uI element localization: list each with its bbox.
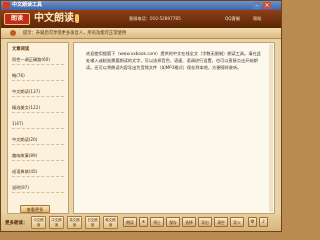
sidebar-item[interactable]: 成语典故(45) [12, 168, 64, 177]
read-button[interactable]: 朗读 [123, 217, 137, 227]
editor-content[interactable]: 欢迎使用搜狐下（www.xxbook.com）提供的中文在线全文（字数无限制）朗… [86, 50, 264, 71]
help-link[interactable]: 帮助 [253, 16, 261, 22]
sidebar-item[interactable]: 同性一调正确路(60) [12, 56, 64, 65]
contact-info: 客服电话：010-52897785 [129, 16, 181, 21]
sidebar-item[interactable]: 中文朗读(20) [12, 136, 64, 145]
article-sidebar: 文章阅读 同性一调正确路(60) 畅(76) 中文朗读(137) 精选美文(12… [7, 42, 69, 214]
microphone-icon [75, 14, 79, 23]
tip-text: 提示：升级后可享受更多发音人，所有功能可正常使用 [23, 31, 127, 36]
stop-button[interactable]: 停止 [150, 217, 164, 227]
app-header: 朗读 中文朗读 客服电话：010-52897785 QQ客服 帮助 [1, 10, 281, 28]
tip-bar: 提示：升级后可享受更多发音人，所有功能可正常使用 [1, 28, 281, 39]
sidebar-title: 文章阅读 [12, 47, 30, 52]
save-button[interactable]: 保存 [166, 217, 180, 227]
window-title: 中文朗读工具 [12, 2, 43, 8]
qq-service-link[interactable]: QQ客服 [225, 16, 240, 22]
sidebar-item[interactable]: 说明(97) [12, 184, 64, 193]
select-button[interactable]: 选择 [182, 217, 196, 227]
info-icon [10, 30, 16, 36]
more-reading-label: 更多朗读： [5, 221, 28, 226]
bottom-bar: 更多朗读： 中文朗读 中文朗读 英文朗读 日文朗读 韩文朗读 朗读 ⏸ 停止 保… [1, 214, 281, 231]
app-window: 中文朗读工具 – × 朗读 中文朗读 客服电话：010-52897785 QQ客… [0, 0, 282, 232]
minimize-button[interactable]: – [253, 2, 261, 9]
export-button[interactable]: 导出 [198, 217, 212, 227]
sidebar-item[interactable]: 1(47) [12, 120, 64, 129]
settings-icon[interactable]: ⚙ [248, 217, 257, 227]
title-bar: 中文朗读工具 – × [1, 1, 281, 10]
view-more-button[interactable]: 查看更多 [20, 205, 50, 213]
sidebar-item[interactable]: 中文朗读(137) [12, 88, 64, 97]
sidebar-item[interactable]: 趣味故事(89) [12, 152, 64, 161]
feature-button[interactable]: 中文朗读 [31, 216, 46, 229]
feature-button[interactable]: 日文朗读 [85, 216, 100, 229]
logo-badge: 朗读 [4, 13, 30, 25]
feature-button[interactable]: 韩文朗读 [103, 216, 118, 229]
sidebar-item[interactable]: 精选美文(122) [12, 104, 64, 113]
clear-button[interactable]: 清空 [214, 217, 228, 227]
app-icon [3, 2, 10, 9]
pause-button[interactable]: ⏸ [139, 217, 148, 227]
feature-button[interactable]: 中文朗读 [49, 216, 64, 229]
logo-title: 中文朗读 [34, 13, 74, 24]
volume-icon[interactable]: ♪ [259, 217, 268, 227]
sidebar-item[interactable]: 畅(76) [12, 72, 64, 81]
feature-button[interactable]: 英文朗读 [67, 216, 82, 229]
text-editor[interactable]: 欢迎使用搜狐下（www.xxbook.com）提供的中文在线全文（字数无限制）朗… [73, 42, 275, 214]
editor-scrollbar[interactable] [269, 44, 273, 212]
close-button[interactable]: × [263, 2, 271, 9]
import-button[interactable]: 导入 [230, 217, 244, 227]
